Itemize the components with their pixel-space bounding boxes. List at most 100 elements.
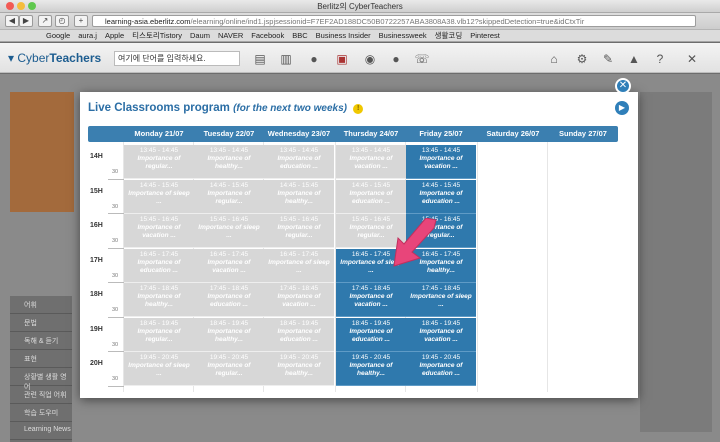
new-tab-button[interactable]: + <box>74 15 88 27</box>
book-icon[interactable]: ▤ <box>252 51 268 67</box>
background-menu-item: 독해 & 듣기 <box>10 332 72 350</box>
bookmark-item[interactable]: aura.j <box>78 31 97 40</box>
hour-divider <box>108 213 124 214</box>
logo-bold: Teachers <box>49 51 102 65</box>
class-slot: 18:45 - 19:45 Importance of healthy... <box>194 317 264 352</box>
class-slot[interactable]: 17:45 - 18:45 Importance of vacation ... <box>336 283 406 317</box>
bookmark-item[interactable]: Facebook <box>251 31 284 40</box>
modal-subtitle: (for the next two weeks) <box>233 103 347 114</box>
bookmark-item[interactable]: Business Insider <box>316 31 371 40</box>
background-menu-item: 학습 도우미 <box>10 404 72 422</box>
window-title: Berlitz의 CyberTeachers <box>317 2 403 11</box>
day-header: Sunday 27/07 <box>559 129 607 138</box>
half-hour-mark: 30 <box>112 341 119 348</box>
info-icon[interactable]: ! <box>353 104 364 114</box>
korean-flag-icon[interactable]: ● <box>306 51 322 67</box>
class-slot: 18:45 - 19:45 Importance of regular... <box>124 317 194 352</box>
close-window-icon[interactable] <box>6 2 14 10</box>
telephone-icon[interactable]: ☏ <box>414 51 430 67</box>
slot-title: Importance of education ... <box>277 155 321 170</box>
class-slot: 15:45 - 16:45 Importance of vacation ... <box>124 214 194 248</box>
background-menu-item: Learning News <box>10 422 72 440</box>
hour-label: 16H <box>90 222 103 229</box>
zoom-window-icon[interactable] <box>28 2 36 10</box>
slot-time: 14:45 - 15:45 <box>351 181 391 189</box>
slot-time: 19:45 - 20:45 <box>209 354 249 361</box>
hour-divider <box>108 247 124 249</box>
background-menu-item: 문법 <box>10 314 72 332</box>
minimize-window-icon[interactable] <box>17 2 25 10</box>
bookmark-item[interactable]: Pinterest <box>470 31 500 40</box>
hour-label: 17H <box>90 256 103 264</box>
gear-icon[interactable]: ⚙ <box>574 51 590 67</box>
background-menu: 어휘 문법 독해 & 듣기 표현 상황별 생활 영어 관련 직업 어휘 학습 도우미 Lear… <box>10 296 72 442</box>
slot-title: Importance of healthy... <box>207 155 251 170</box>
bookmark-item[interactable]: 생활코딩 <box>435 31 463 40</box>
chat-bubble-icon[interactable]: ● <box>388 51 404 67</box>
slot-title: Importance of healthy... <box>349 362 393 377</box>
class-slot[interactable]: 19:45 - 20:45 Importance of healthy... <box>336 352 406 386</box>
home-icon[interactable]: ⌂ <box>546 51 562 67</box>
background-menu-item: 표현 <box>10 350 72 368</box>
hour-divider <box>108 351 124 352</box>
close-modal-button[interactable]: ✕ <box>615 78 631 94</box>
graduation-cap-icon[interactable]: ▲ <box>626 51 642 67</box>
slot-time: 13:45 - 14:45 <box>421 147 461 154</box>
slot-time: 18:45 - 19:45 <box>139 319 179 327</box>
address-bar[interactable]: learning-asia.eberlitz.com/elearning/onl… <box>92 15 696 27</box>
share-button[interactable]: ↗ <box>38 15 52 27</box>
class-slot[interactable]: 17:45 - 18:45 Importance of sleep ... <box>406 283 476 317</box>
bookmark-item[interactable]: Google <box>46 31 70 40</box>
slot-title: Importance of vacation ... <box>419 155 463 170</box>
back-button[interactable]: ◀ <box>5 15 19 27</box>
forward-button[interactable]: ▶ <box>19 15 33 27</box>
bookmark-item[interactable]: Daum <box>190 31 210 40</box>
slot-time: 16:45 - 17:45 <box>209 250 249 258</box>
slot-time: 14:45 - 15:45 <box>209 181 249 189</box>
class-slot: 14:45 - 15:45 Importance of healthy... <box>264 179 334 214</box>
slot-time: 13:45 - 14:45 <box>351 147 391 154</box>
bookmark-item[interactable]: Businessweek <box>379 31 427 40</box>
slot-time: 19:45 - 20:45 <box>139 354 179 361</box>
uk-flag-icon[interactable]: ▣ <box>334 51 350 67</box>
pink-arrow-pointer <box>393 218 437 267</box>
headset-icon[interactable]: ◉ <box>362 51 378 67</box>
class-slot[interactable]: 18:45 - 19:45 Importance of education ... <box>336 317 406 352</box>
pencil-icon[interactable]: ✎ <box>600 51 616 67</box>
class-slot: 16:45 - 17:45 Importance of education ... <box>124 248 194 283</box>
bookmark-item[interactable]: 티스토리Tistory <box>132 31 182 40</box>
class-slot[interactable]: 14:45 - 15:45 Importance of education ... <box>406 179 476 214</box>
slot-title: Importance of regular... <box>207 189 251 205</box>
slot-time: 19:45 - 20:45 <box>279 354 319 361</box>
bookmark-item[interactable]: Apple <box>105 31 124 40</box>
day-header-bar: Monday 21/07 Tuesday 22/07 Wednesday 23/07… <box>88 126 618 142</box>
slot-time: 15:45 - 16:45 <box>279 216 319 223</box>
slot-title: Importance of regular... <box>137 327 181 343</box>
modal-title: Live Classrooms program (for the next tw… <box>88 102 364 114</box>
history-button[interactable]: ◴ <box>55 15 69 27</box>
bookmark-item[interactable]: BBC <box>292 31 307 40</box>
next-week-button[interactable]: ▶ <box>615 101 629 115</box>
class-slot: 17:45 - 18:45 Importance of healthy... <box>124 283 194 317</box>
help-icon[interactable]: ? <box>652 51 668 67</box>
slot-time: 18:45 - 19:45 <box>279 319 319 327</box>
modal-title-text: Live Classrooms program <box>88 102 230 114</box>
slot-title: Importance of regular... <box>137 155 181 170</box>
day-header: Tuesday 22/07 <box>203 129 255 138</box>
close-icon[interactable]: ✕ <box>684 51 700 67</box>
slot-title: Importance of education ... <box>137 258 181 274</box>
bookmark-item[interactable]: NAVER <box>218 31 243 40</box>
cyberteachers-logo[interactable]: ▾ CyberTeachers <box>8 51 101 65</box>
class-slot: 17:45 - 18:45 Importance of education ... <box>194 283 264 317</box>
class-slot[interactable]: 19:45 - 20:45 Importance of education ... <box>406 352 476 386</box>
slot-title: Importance of vacation ... <box>349 293 393 308</box>
slot-time: 14:45 - 15:45 <box>279 181 319 189</box>
books-icon[interactable]: ▥ <box>278 51 294 67</box>
dictionary-search-input[interactable]: 여기에 단어를 입력하세요. <box>114 51 240 66</box>
slot-time: 14:45 - 15:45 <box>421 181 461 189</box>
class-slot[interactable]: 18:45 - 19:45 Importance of vacation ... <box>406 317 476 352</box>
hour-divider <box>108 178 124 180</box>
class-slot[interactable]: 13:45 - 14:45 Importance of vacation ... <box>406 145 476 179</box>
window-titlebar: Berlitz의 CyberTeachers <box>0 0 720 13</box>
slot-time: 18:45 - 19:45 <box>351 319 391 327</box>
